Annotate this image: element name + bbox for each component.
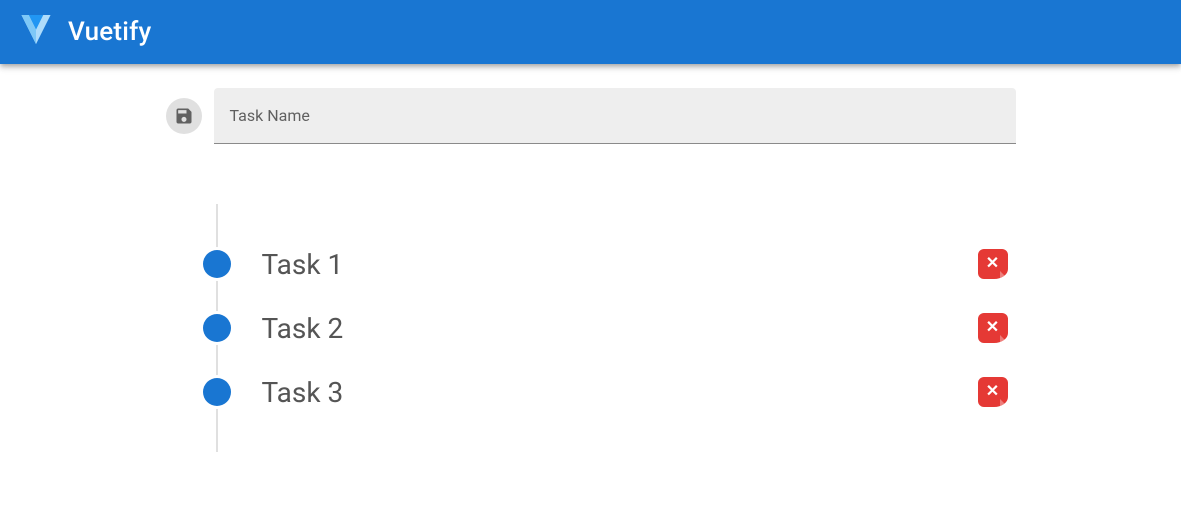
timeline-dot xyxy=(202,377,232,407)
add-task-row: Task Name xyxy=(166,88,1016,144)
timeline-item-body: Task 1 ✕ xyxy=(226,248,1016,281)
delete-button[interactable]: ✕ xyxy=(978,377,1008,407)
app-bar: Vuetify xyxy=(0,0,1181,64)
delete-button[interactable]: ✕ xyxy=(978,249,1008,279)
app-title: Vuetify xyxy=(68,17,151,47)
main-content: Task Name Task 1 ✕ Task 2 ✕ xyxy=(166,64,1016,452)
close-icon: ✕ xyxy=(986,256,999,272)
task-label: Task 2 xyxy=(262,312,344,345)
close-icon: ✕ xyxy=(986,320,999,336)
timeline-item: Task 1 ✕ xyxy=(226,232,1016,296)
timeline-item: Task 3 ✕ xyxy=(226,360,1016,424)
task-label: Task 1 xyxy=(262,248,344,281)
dot-icon xyxy=(203,314,231,342)
vuetify-logo-icon xyxy=(16,12,56,52)
timeline-item: Task 2 ✕ xyxy=(226,296,1016,360)
dot-icon xyxy=(203,378,231,406)
dot-icon xyxy=(203,250,231,278)
task-timeline: Task 1 ✕ Task 2 ✕ Task 3 ✕ xyxy=(166,204,1016,452)
timeline-dot xyxy=(202,313,232,343)
timeline-item-body: Task 3 ✕ xyxy=(226,376,1016,409)
task-name-field[interactable]: Task Name xyxy=(214,88,1016,144)
task-label: Task 3 xyxy=(262,376,344,409)
timeline-item-body: Task 2 ✕ xyxy=(226,312,1016,345)
save-button[interactable] xyxy=(166,98,202,134)
delete-button[interactable]: ✕ xyxy=(978,313,1008,343)
timeline-dot xyxy=(202,249,232,279)
save-icon xyxy=(174,106,194,126)
close-icon: ✕ xyxy=(986,384,999,400)
